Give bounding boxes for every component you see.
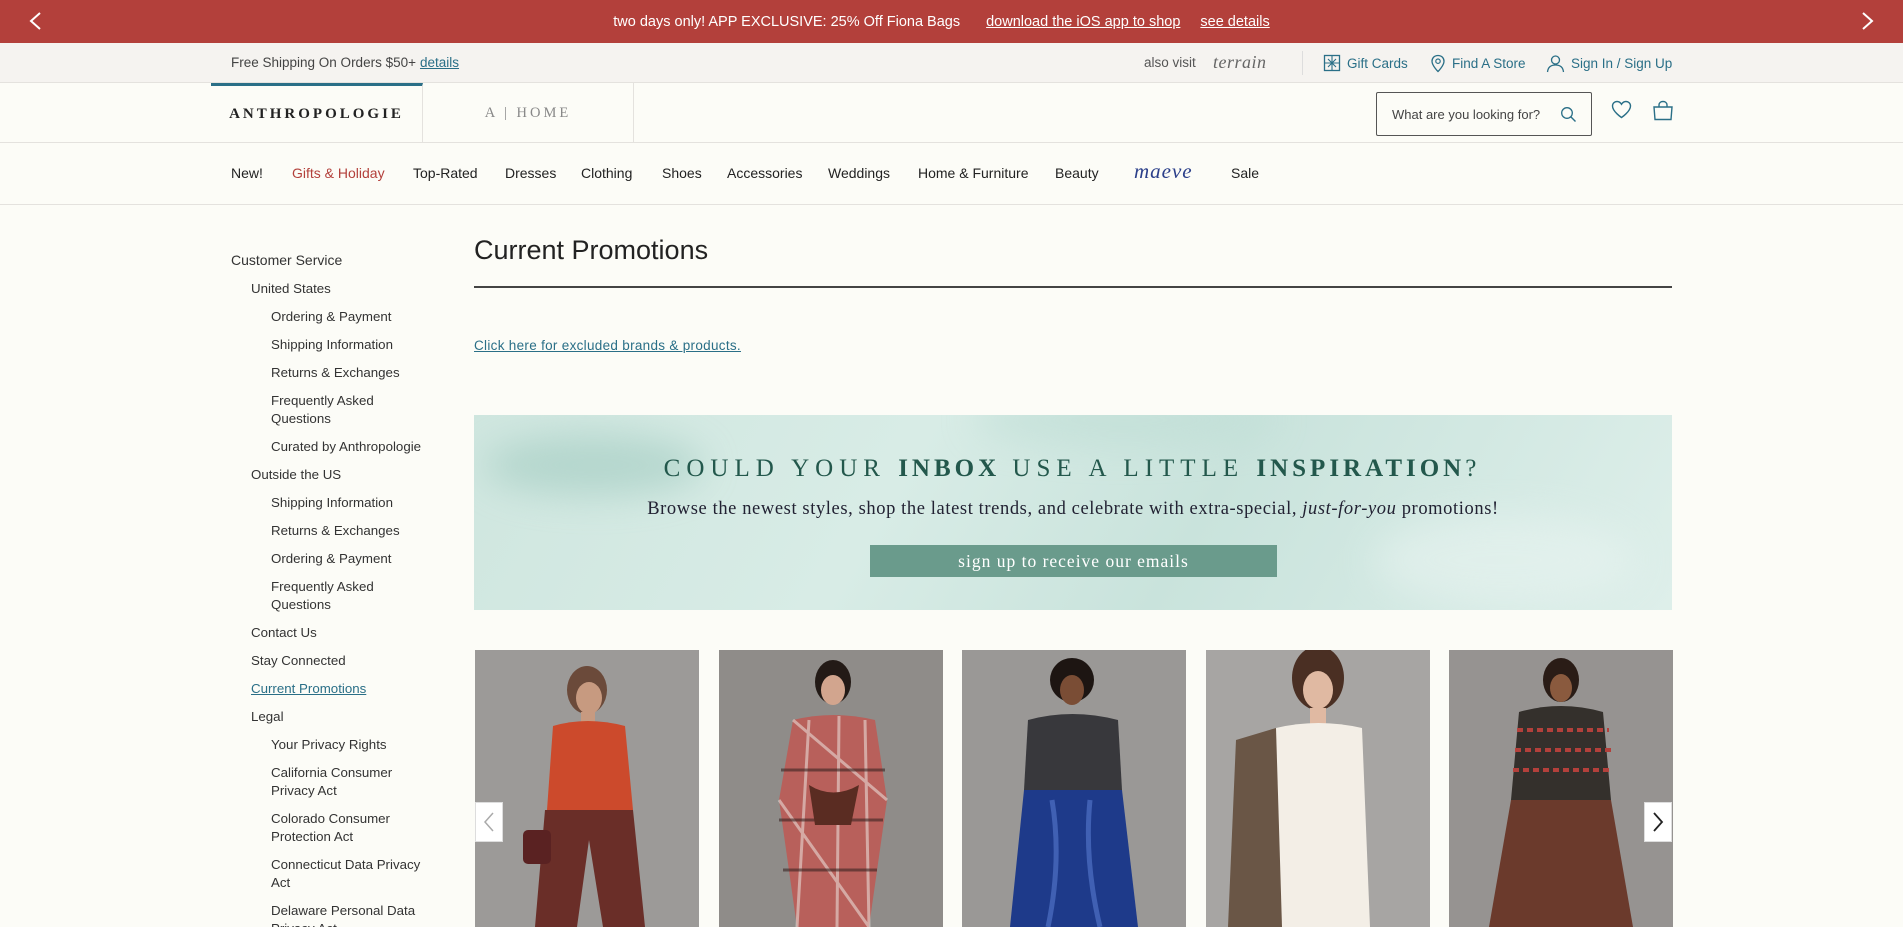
promo-details-link[interactable]: see details — [1200, 14, 1269, 30]
sidebar-item-us-faq[interactable]: Frequently Asked Questions — [271, 392, 374, 428]
promo-message: two days only! APP EXCLUSIVE: 25% Off Fi… — [613, 13, 961, 30]
subheading-emphasis: just-for-you — [1302, 499, 1397, 519]
sign-in-label: Sign In / Sign Up — [1571, 56, 1673, 71]
sidebar-contact-us[interactable]: Contact Us — [251, 624, 317, 642]
gift-cards-label: Gift Cards — [1347, 55, 1408, 71]
sidebar-item-intl-shipping[interactable]: Shipping Information — [271, 494, 393, 512]
carousel-next-arrow-icon[interactable] — [1644, 802, 1672, 842]
sign-in-link[interactable]: Sign In / Sign Up — [1546, 54, 1672, 73]
location-pin-icon — [1431, 54, 1445, 73]
gift-cards-link[interactable]: Gift Cards — [1323, 54, 1408, 72]
nav-shoes[interactable]: Shoes — [662, 165, 702, 181]
shipping-details-link[interactable]: details — [420, 55, 459, 70]
search-input[interactable] — [1392, 106, 1552, 122]
nav-accessories[interactable]: Accessories — [727, 165, 802, 181]
search-box — [1376, 92, 1592, 136]
carousel-prev-arrow-icon[interactable] — [475, 802, 503, 842]
sidebar-item-colorado-protection[interactable]: Colorado Consumer Protection Act — [271, 810, 390, 846]
subheading-part: promotions! — [1396, 499, 1499, 519]
gift-card-icon — [1323, 54, 1341, 72]
heading-part: ? — [1465, 455, 1483, 482]
sidebar-item-us-shipping[interactable]: Shipping Information — [271, 336, 393, 354]
sidebar-item-intl-faq[interactable]: Frequently Asked Questions — [271, 578, 374, 614]
sidebar-item-us-ordering[interactable]: Ordering & Payment — [271, 308, 391, 326]
main-navigation: New! Gifts & Holiday Top-Rated Dresses C… — [0, 143, 1903, 205]
find-store-label: Find A Store — [1452, 56, 1526, 71]
also-visit-label: also visit — [1144, 55, 1196, 70]
sidebar-item-curated[interactable]: Curated by Anthropologie — [271, 438, 421, 456]
heading-part: COULD YOUR — [663, 455, 899, 482]
site-header: ANTHROPOLOGIE A | HOME — [0, 83, 1903, 143]
sidebar-item-intl-returns[interactable]: Returns & Exchanges — [271, 522, 400, 540]
sidebar-item-us-returns[interactable]: Returns & Exchanges — [271, 364, 400, 382]
product-image-plaid-dress[interactable] — [719, 650, 943, 927]
heading-part: USE A LITTLE — [1000, 455, 1257, 482]
product-image-blue-skirt[interactable] — [962, 650, 1186, 927]
title-divider — [474, 286, 1672, 288]
search-icon[interactable] — [1560, 106, 1577, 126]
utility-bar: Free Shipping On Orders $50+ details also… — [0, 43, 1903, 83]
terrain-logo-link[interactable]: terrain — [1213, 52, 1267, 73]
watercolor-wash — [974, 415, 1274, 445]
heading-inbox: INBOX — [898, 455, 1001, 482]
sidebar-legal[interactable]: Legal — [251, 708, 284, 726]
nav-weddings[interactable]: Weddings — [828, 165, 890, 181]
product-image-fairisle-sweater[interactable] — [1449, 650, 1673, 927]
free-shipping-text: Free Shipping On Orders $50+ — [231, 55, 416, 70]
sidebar-united-states[interactable]: United States — [251, 280, 331, 298]
sidebar-stay-connected[interactable]: Stay Connected — [251, 652, 346, 670]
sidebar-item-california-privacy[interactable]: California Consumer Privacy Act — [271, 764, 392, 800]
sidebar-customer-service[interactable]: Customer Service — [231, 251, 342, 269]
shopping-bag-icon[interactable] — [1652, 100, 1674, 126]
wishlist-heart-icon[interactable] — [1611, 100, 1632, 124]
nav-top-rated[interactable]: Top-Rated — [413, 165, 478, 181]
nav-maeve-logo[interactable]: maeve — [1134, 159, 1193, 184]
heading-inspiration: INSPIRATION — [1256, 455, 1466, 482]
promo-app-link[interactable]: download the iOS app to shop — [986, 14, 1180, 30]
email-signup-heading: COULD YOUR INBOX USE A LITTLE INSPIRATIO… — [474, 455, 1672, 483]
excluded-brands-link[interactable]: Click here for excluded brands & product… — [474, 338, 741, 353]
nav-new[interactable]: New! — [231, 165, 263, 181]
promo-next-arrow-icon[interactable] — [1856, 10, 1878, 32]
nav-sale[interactable]: Sale — [1231, 165, 1259, 181]
page-title: Current Promotions — [474, 235, 709, 265]
nav-home-furniture[interactable]: Home & Furniture — [918, 165, 1028, 181]
home-brand-tab[interactable]: A | HOME — [423, 83, 634, 143]
nav-beauty[interactable]: Beauty — [1055, 165, 1099, 181]
free-shipping-notice: Free Shipping On Orders $50+ details — [231, 55, 459, 70]
sidebar-item-connecticut-privacy[interactable]: Connecticut Data Privacy Act — [271, 856, 420, 892]
utility-divider — [1302, 51, 1303, 75]
find-store-link[interactable]: Find A Store — [1430, 54, 1526, 73]
email-signup-subheading: Browse the newest styles, shop the lates… — [474, 499, 1672, 520]
sidebar-item-intl-ordering[interactable]: Ordering & Payment — [271, 550, 391, 568]
product-image-white-dress[interactable] — [1206, 650, 1430, 927]
email-signup-banner: COULD YOUR INBOX USE A LITTLE INSPIRATIO… — [474, 415, 1672, 610]
sidebar-item-privacy-rights[interactable]: Your Privacy Rights — [271, 736, 387, 754]
sidebar-outside-us[interactable]: Outside the US — [251, 466, 341, 484]
subheading-part: Browse the newest styles, shop the lates… — [647, 499, 1303, 519]
sidebar-current-promotions[interactable]: Current Promotions — [251, 680, 366, 698]
anthropologie-brand-tab[interactable]: ANTHROPOLOGIE — [211, 83, 423, 143]
product-image-red-cardigan[interactable] — [475, 650, 699, 927]
email-signup-button[interactable]: sign up to receive our emails — [870, 545, 1277, 577]
nav-dresses[interactable]: Dresses — [505, 165, 556, 181]
nav-gifts-holiday[interactable]: Gifts & Holiday — [292, 165, 385, 181]
nav-clothing[interactable]: Clothing — [581, 165, 632, 181]
user-account-icon — [1546, 55, 1565, 73]
promo-prev-arrow-icon[interactable] — [25, 10, 47, 32]
sidebar-item-delaware-privacy[interactable]: Delaware Personal Data Privacy Act — [271, 902, 415, 927]
promo-banner: two days only! APP EXCLUSIVE: 25% Off Fi… — [0, 0, 1903, 43]
watercolor-wash — [1374, 515, 1634, 605]
